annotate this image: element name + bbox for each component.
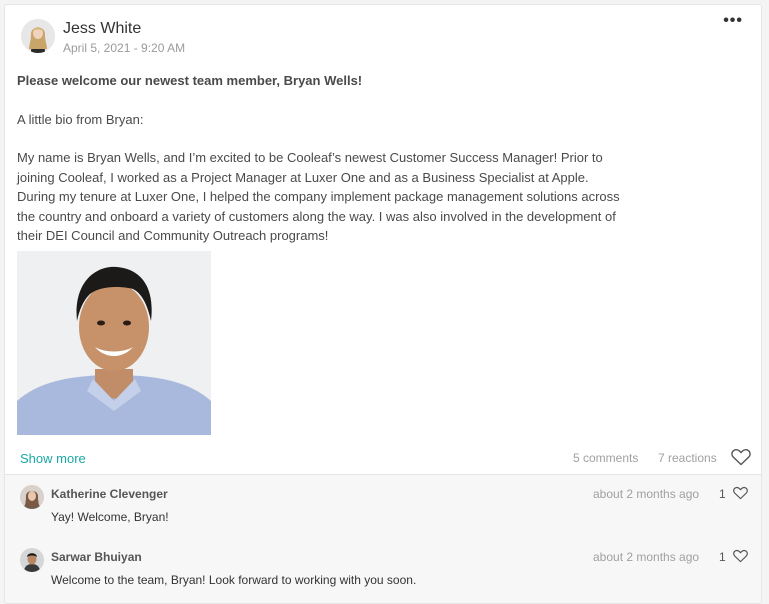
comments-count[interactable]: 5 comments bbox=[573, 451, 638, 465]
heart-icon-svg bbox=[733, 486, 748, 500]
reactions-count[interactable]: 7 reactions bbox=[658, 451, 717, 465]
author-avatar-image bbox=[21, 19, 55, 53]
commenter-avatar-image bbox=[20, 485, 44, 509]
post-intro: A little bio from Bryan: bbox=[17, 111, 144, 127]
commenter-avatar[interactable] bbox=[20, 548, 44, 572]
comment-like-count: 1 bbox=[719, 487, 726, 501]
comment-like-count: 1 bbox=[719, 550, 726, 564]
post-headline: Please welcome our newest team member, B… bbox=[17, 73, 363, 88]
heart-icon[interactable] bbox=[733, 549, 748, 568]
post-photo[interactable] bbox=[17, 251, 211, 435]
post-footer: Show more 5 comments 7 reactions bbox=[5, 445, 761, 471]
post-date: April 5, 2021 - 9:20 AM bbox=[63, 41, 186, 55]
commenter-name[interactable]: Katherine Clevenger bbox=[51, 487, 168, 501]
comment-item: Sarwar Bhuiyan Welcome to the team, Brya… bbox=[5, 538, 761, 598]
heart-icon-svg bbox=[731, 449, 751, 466]
comment-time: about 2 months ago bbox=[593, 487, 700, 501]
heart-icon[interactable] bbox=[733, 486, 748, 505]
commenter-name[interactable]: Sarwar Bhuiyan bbox=[51, 550, 142, 564]
person-photo bbox=[17, 251, 211, 435]
author-avatar[interactable] bbox=[21, 19, 55, 53]
heart-icon[interactable] bbox=[731, 448, 751, 471]
commenter-avatar[interactable] bbox=[20, 485, 44, 509]
show-more-link[interactable]: Show more bbox=[20, 451, 86, 466]
post-card: Jess White April 5, 2021 - 9:20 AM ••• P… bbox=[4, 4, 762, 604]
comment-item: Katherine Clevenger Yay! Welcome, Bryan!… bbox=[5, 475, 761, 535]
heart-icon-svg bbox=[733, 549, 748, 563]
comment-time: about 2 months ago bbox=[593, 550, 700, 564]
more-options-icon[interactable]: ••• bbox=[723, 13, 743, 29]
comments-list: Katherine Clevenger Yay! Welcome, Bryan!… bbox=[5, 474, 761, 603]
commenter-avatar-image bbox=[20, 548, 44, 572]
post-bio: My name is Bryan Wells, and I’m excited … bbox=[17, 150, 620, 243]
author-name[interactable]: Jess White bbox=[63, 20, 141, 38]
comment-text: Welcome to the team, Bryan! Look forward… bbox=[51, 573, 417, 587]
post-body: Please welcome our newest team member, B… bbox=[17, 71, 627, 246]
comment-text: Yay! Welcome, Bryan! bbox=[51, 510, 169, 524]
